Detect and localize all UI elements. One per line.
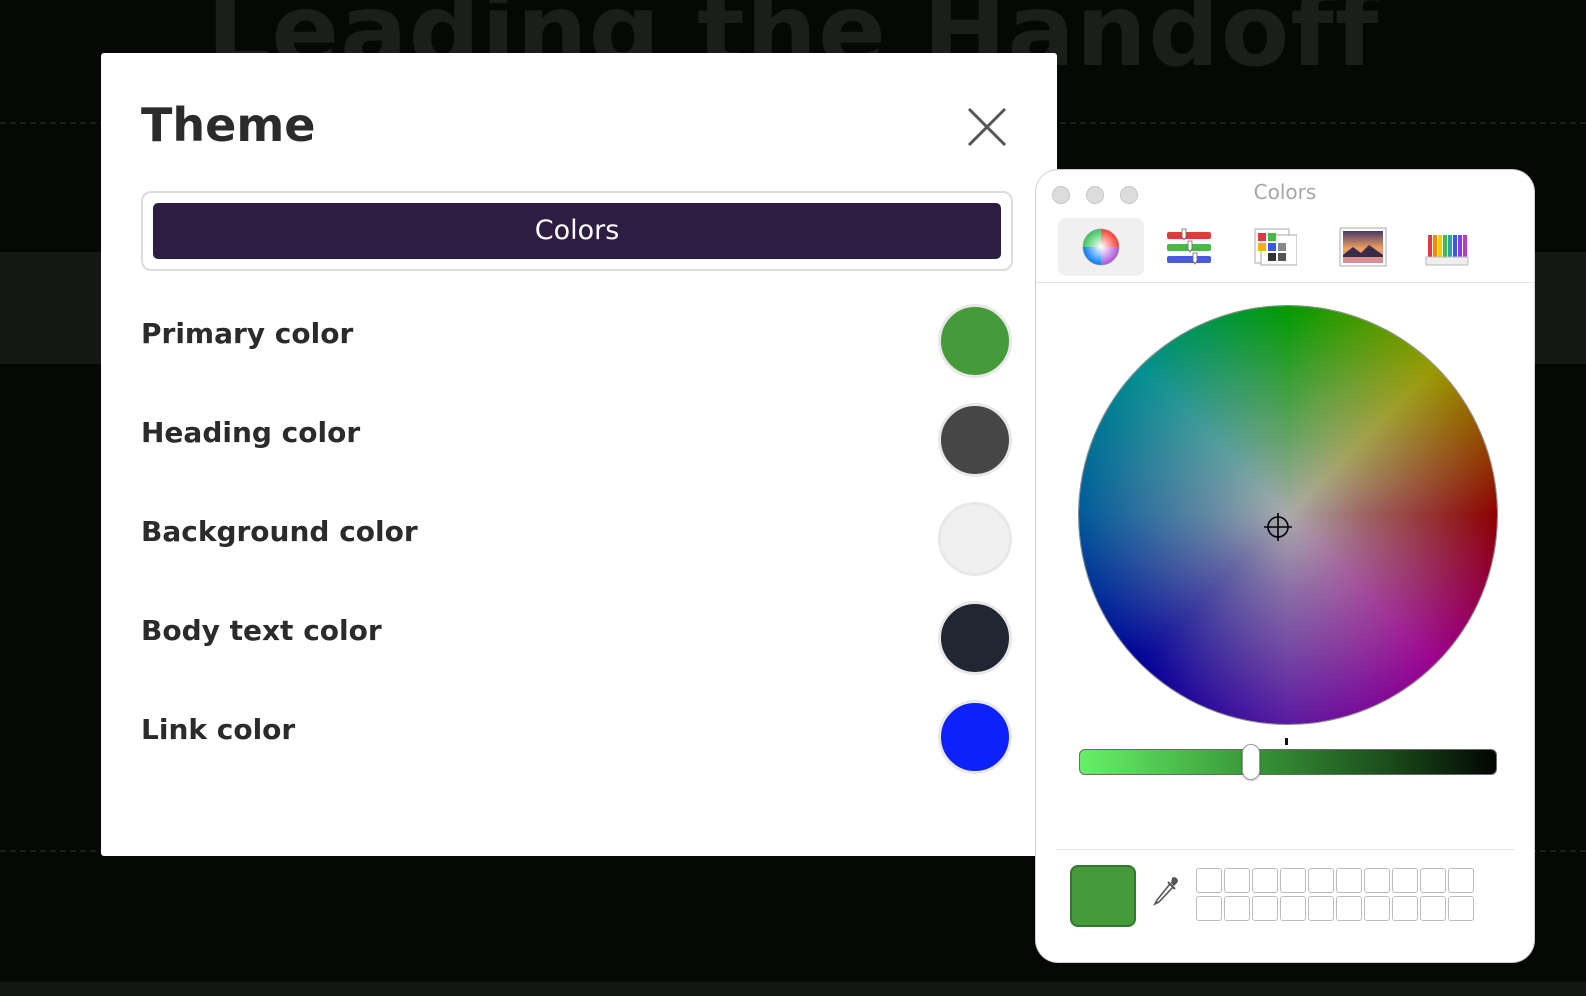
- image-palettes-icon: [1339, 227, 1387, 267]
- swatch-well[interactable]: [1252, 868, 1278, 893]
- close-button[interactable]: [963, 103, 1011, 151]
- swatch-well[interactable]: [1196, 868, 1222, 893]
- mode-pencils[interactable]: [1402, 218, 1488, 276]
- color-wheel-icon: [1082, 228, 1120, 266]
- color-label: Link color: [141, 713, 296, 746]
- color-wheel[interactable]: [1079, 306, 1497, 724]
- swatch-well[interactable]: [1420, 868, 1446, 893]
- background-color-swatch[interactable]: [938, 502, 1012, 576]
- swatch-well[interactable]: [1448, 896, 1474, 921]
- slider-tick: [1285, 738, 1288, 745]
- color-sliders-icon: [1167, 228, 1211, 265]
- swatch-well[interactable]: [1420, 896, 1446, 921]
- color-label: Background color: [141, 515, 418, 548]
- eyedropper-icon[interactable]: [1150, 875, 1182, 911]
- brightness-slider-thumb[interactable]: [1242, 745, 1259, 779]
- swatch-wells: [1196, 868, 1476, 924]
- swatch-well[interactable]: [1196, 896, 1222, 921]
- swatch-well[interactable]: [1448, 868, 1474, 893]
- swatch-well[interactable]: [1308, 896, 1334, 921]
- mode-image-palettes[interactable]: [1316, 218, 1402, 276]
- swatch-well[interactable]: [1280, 868, 1306, 893]
- tab-bar: Colors: [141, 191, 1013, 271]
- heading-color-swatch[interactable]: [938, 403, 1012, 477]
- panel-title: Colors: [1253, 180, 1317, 204]
- swatch-well[interactable]: [1392, 896, 1418, 921]
- swatch-well[interactable]: [1392, 868, 1418, 893]
- mode-color-palettes[interactable]: [1230, 218, 1316, 276]
- color-label: Body text color: [141, 614, 382, 647]
- color-row-link: Link color: [141, 700, 1013, 780]
- pencils-icon: [1425, 235, 1469, 266]
- link-color-swatch[interactable]: [938, 700, 1012, 774]
- color-label: Heading color: [141, 416, 361, 449]
- swatch-well[interactable]: [1224, 868, 1250, 893]
- modal-title: Theme: [141, 98, 316, 152]
- tab-colors[interactable]: Colors: [153, 203, 1001, 259]
- swatch-well[interactable]: [1280, 896, 1306, 921]
- color-palettes-icon: [1254, 228, 1297, 266]
- color-row-heading: Heading color: [141, 403, 1013, 483]
- body-text-color-swatch[interactable]: [938, 601, 1012, 675]
- crosshair-icon: [1264, 513, 1292, 541]
- swatch-well[interactable]: [1224, 896, 1250, 921]
- panel-divider: [1036, 282, 1534, 283]
- swatch-well[interactable]: [1364, 896, 1390, 921]
- swatch-well[interactable]: [1336, 868, 1362, 893]
- background-footer: [0, 982, 1586, 996]
- panel-divider: [1056, 849, 1514, 850]
- swatch-well[interactable]: [1336, 896, 1362, 921]
- mode-color-sliders[interactable]: [1144, 218, 1230, 276]
- color-row-background: Background color: [141, 502, 1013, 582]
- swatch-well[interactable]: [1364, 868, 1390, 893]
- mode-color-wheel[interactable]: [1058, 218, 1144, 276]
- close-icon: [967, 107, 1007, 147]
- theme-modal: Theme Colors Primary color Heading color…: [101, 53, 1057, 856]
- current-color-well[interactable]: [1070, 865, 1136, 927]
- swatch-well[interactable]: [1252, 896, 1278, 921]
- swatch-well[interactable]: [1308, 868, 1334, 893]
- color-row-body-text: Body text color: [141, 601, 1013, 681]
- colors-panel: Colors: [1036, 170, 1534, 962]
- color-row-primary: Primary color: [141, 304, 1013, 384]
- primary-color-swatch[interactable]: [938, 304, 1012, 378]
- color-label: Primary color: [141, 317, 354, 350]
- brightness-slider[interactable]: [1079, 738, 1497, 779]
